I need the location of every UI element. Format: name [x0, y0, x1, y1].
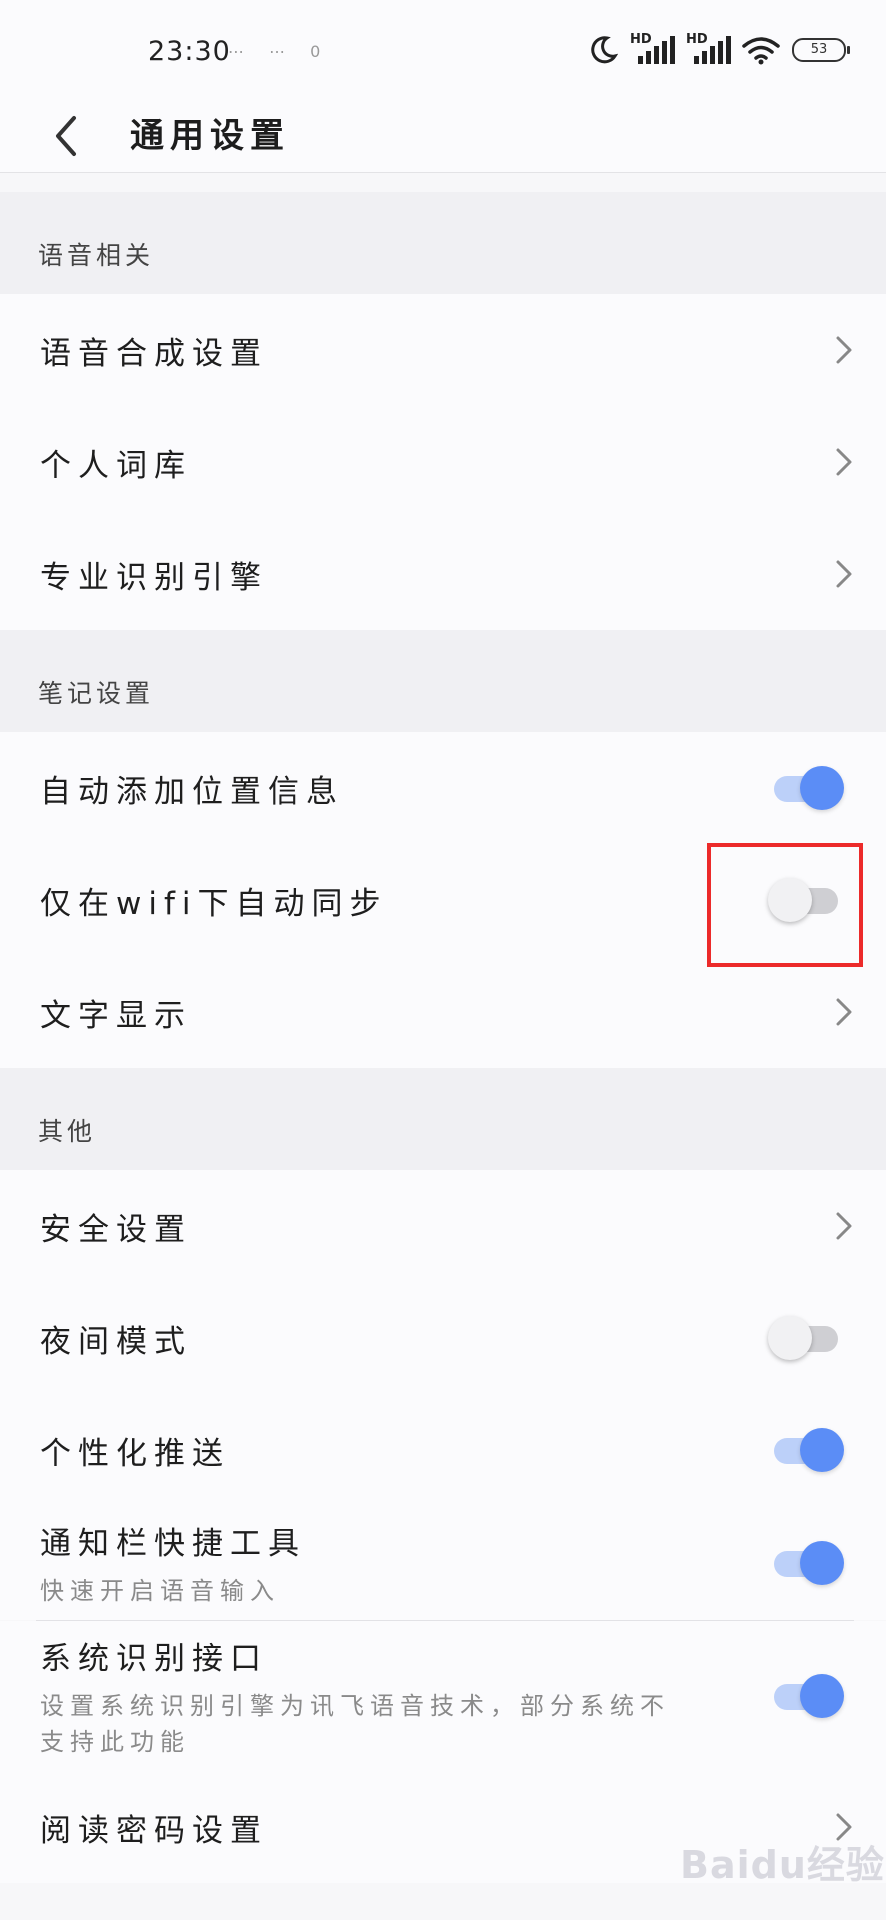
- battery-icon: 53: [792, 38, 850, 62]
- settings-item-personalized-push: 个性化推送: [0, 1394, 886, 1506]
- chevron-right-icon: [836, 998, 852, 1026]
- settings-list: 语音相关 语音合成设置 个人词库 专业识别引擎 笔记设置 自动添加位置信息 仅在…: [0, 192, 886, 1883]
- watermark: Baidu经验: [680, 1843, 885, 1887]
- signal-icon: HD: [630, 32, 675, 66]
- settings-item-notification-shortcut: 通知栏快捷工具 快速开启语音输入: [0, 1506, 886, 1620]
- settings-item-system-recognition: 系统识别接口 设置系统识别引擎为讯飞语音技术，部分系统不支持此功能: [0, 1621, 886, 1771]
- item-label: 仅在wifi下自动同步: [40, 885, 388, 922]
- chevron-right-icon: [836, 336, 852, 364]
- item-description: 设置系统识别引擎为讯飞语音技术，部分系统不支持此功能: [40, 1691, 670, 1756]
- item-label: 通知栏快捷工具: [40, 1525, 306, 1562]
- chevron-left-icon[interactable]: [46, 106, 86, 166]
- item-label: 个人词库: [40, 447, 192, 484]
- chevron-right-icon: [836, 1212, 852, 1240]
- wifi-icon: [742, 37, 780, 65]
- item-label: 安全设置: [40, 1211, 192, 1248]
- item-label: 自动添加位置信息: [40, 773, 344, 810]
- signal-icon: HD: [686, 32, 731, 66]
- notification-shortcut-toggle[interactable]: [768, 1541, 844, 1585]
- settings-item-auto-location: 自动添加位置信息: [0, 732, 886, 844]
- item-label: 系统识别接口: [40, 1640, 268, 1677]
- settings-item-night-mode: 夜间模式: [0, 1282, 886, 1394]
- status-icons: HD HD 53: [588, 30, 850, 70]
- item-label: 个性化推送: [40, 1435, 230, 1472]
- auto-location-toggle[interactable]: [768, 766, 844, 810]
- settings-item-personal-dictionary[interactable]: 个人词库: [0, 406, 886, 518]
- app-header: 通用设置: [0, 100, 886, 173]
- night-mode-toggle[interactable]: [768, 1316, 844, 1360]
- item-label: 专业识别引擎: [40, 559, 268, 596]
- chevron-right-icon: [836, 448, 852, 476]
- status-notification-icons: ⋯ ⋯ 0: [228, 42, 331, 61]
- settings-item-pro-engine[interactable]: 专业识别引擎: [0, 518, 886, 630]
- moon-icon: [591, 36, 618, 64]
- personalized-push-toggle[interactable]: [768, 1428, 844, 1472]
- section-title-voice: 语音相关: [0, 192, 886, 294]
- status-time: 23:30: [148, 36, 231, 67]
- wifi-sync-toggle[interactable]: [768, 878, 844, 922]
- item-label: 文字显示: [40, 997, 192, 1034]
- settings-item-text-display[interactable]: 文字显示: [0, 956, 886, 1068]
- item-label: 阅读密码设置: [40, 1812, 268, 1849]
- item-label: 夜间模式: [40, 1323, 192, 1360]
- status-bar: 23:30 ⋯ ⋯ 0 HD HD 53: [0, 0, 886, 100]
- settings-item-security[interactable]: 安全设置: [0, 1170, 886, 1282]
- chevron-right-icon: [836, 560, 852, 588]
- settings-item-tts[interactable]: 语音合成设置: [0, 294, 886, 406]
- section-title-notes: 笔记设置: [0, 630, 886, 732]
- item-label: 语音合成设置: [40, 335, 268, 372]
- page-title: 通用设置: [130, 116, 290, 156]
- item-description: 快速开启语音输入: [40, 1576, 280, 1605]
- section-title-other: 其他: [0, 1068, 886, 1170]
- system-recognition-toggle[interactable]: [768, 1674, 844, 1718]
- settings-item-wifi-sync: 仅在wifi下自动同步: [0, 844, 886, 956]
